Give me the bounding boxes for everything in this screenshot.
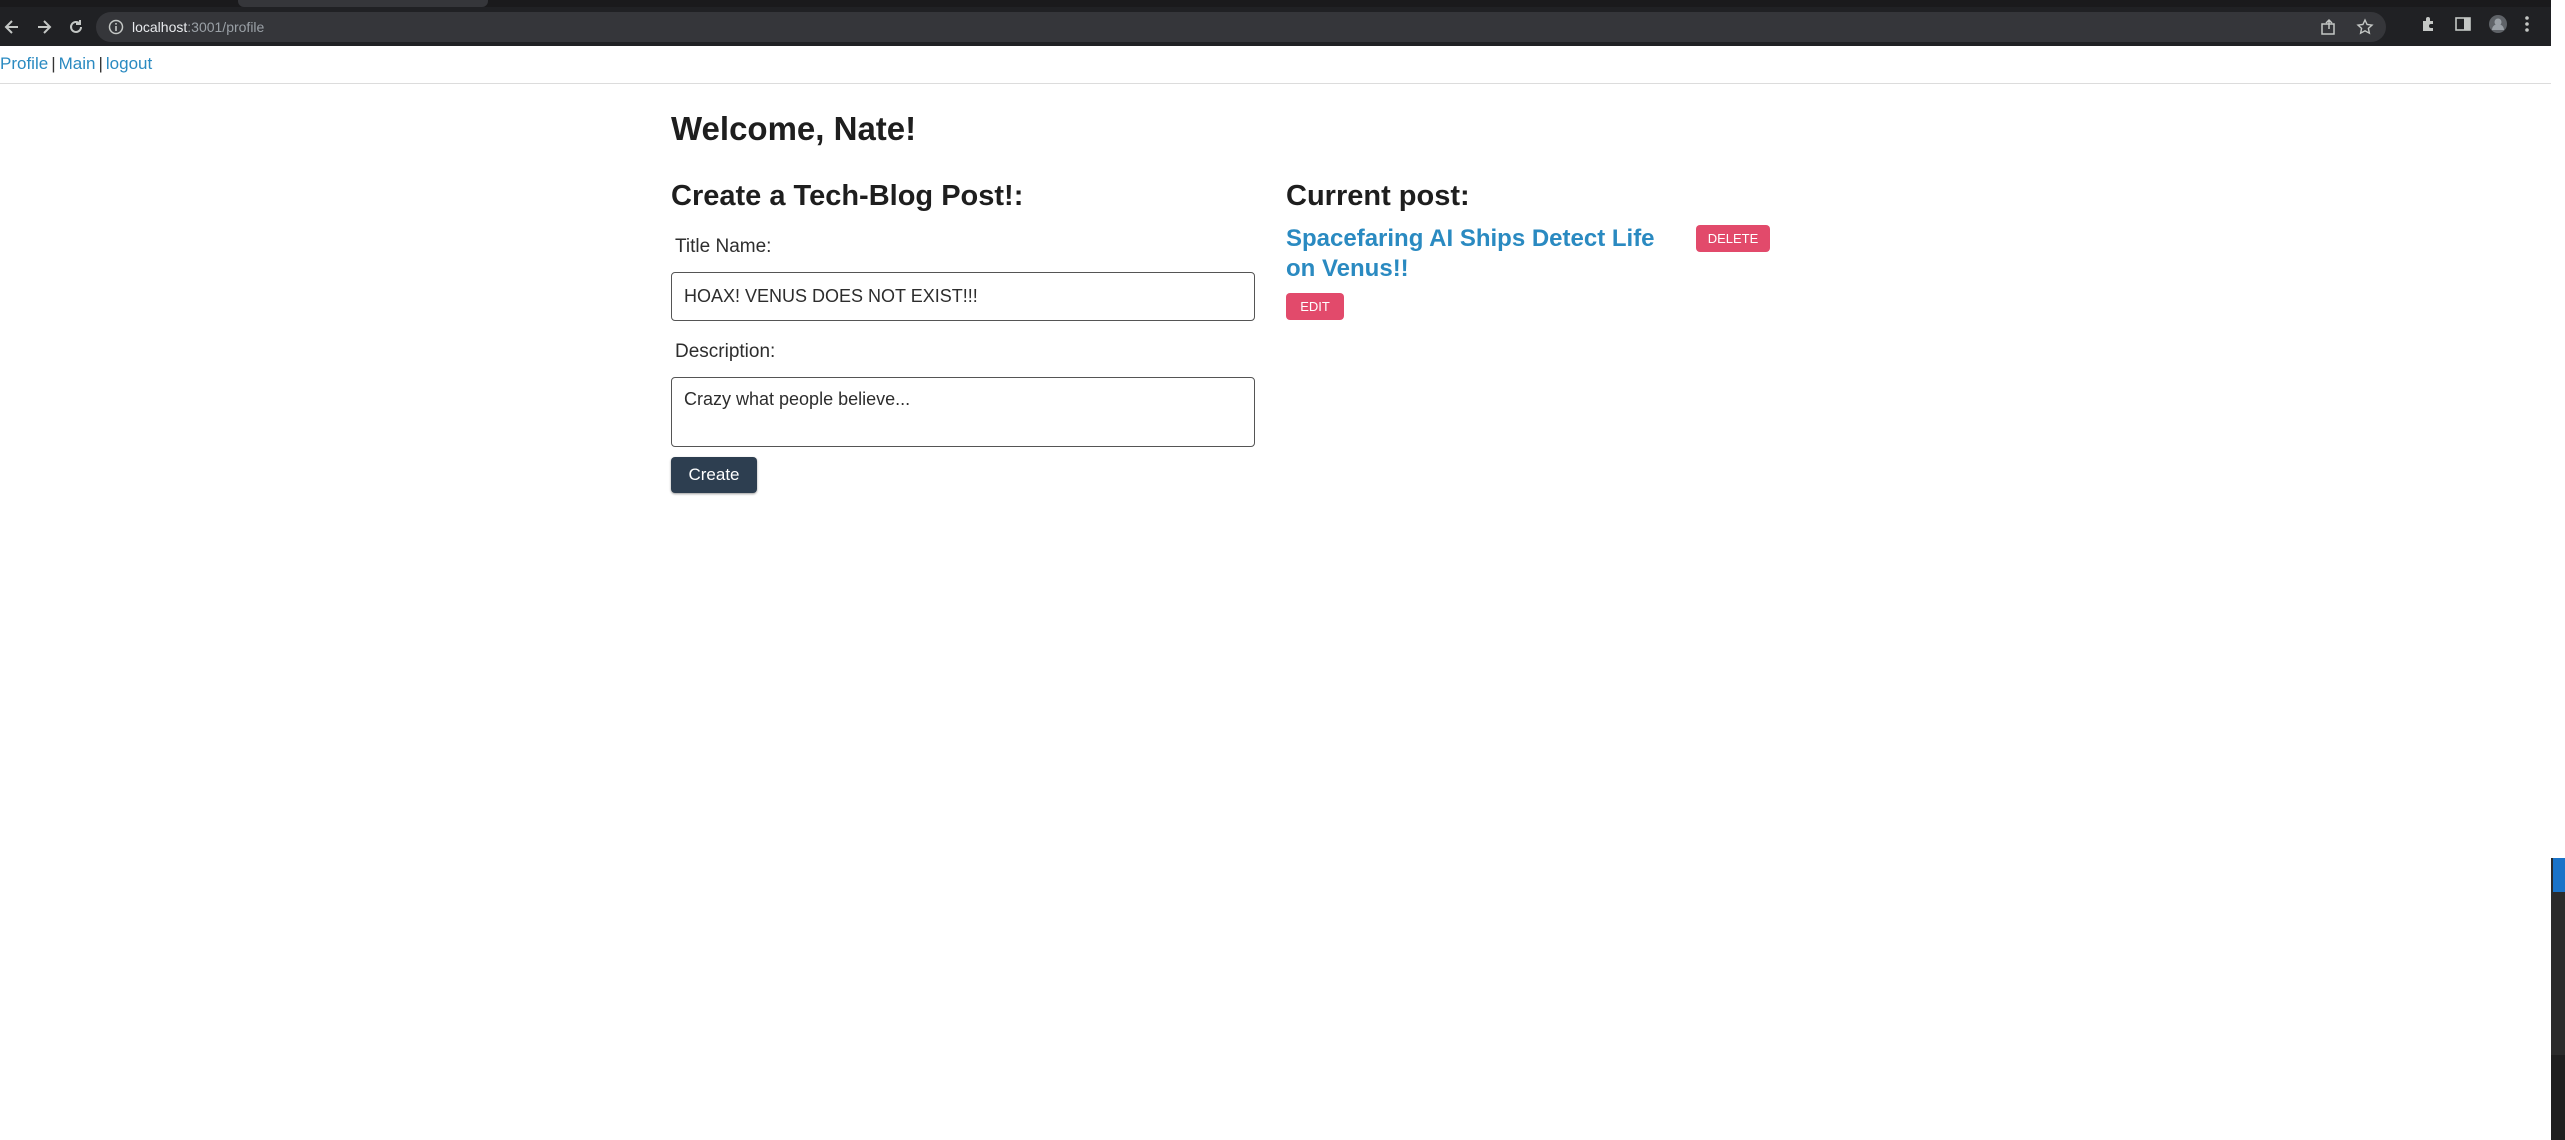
create-button[interactable]: Create xyxy=(671,457,757,493)
tab-strip xyxy=(0,0,2551,7)
current-post-heading: Current post: xyxy=(1286,180,1470,212)
nav-profile-link[interactable]: Profile xyxy=(0,54,48,73)
share-icon[interactable] xyxy=(2320,18,2338,36)
back-icon[interactable] xyxy=(0,15,24,39)
nav-separator: | xyxy=(98,54,103,73)
url-text[interactable]: localhost:3001/profile xyxy=(132,19,264,35)
nav-separator: | xyxy=(51,54,56,73)
reload-icon[interactable] xyxy=(64,15,88,39)
side-panel-icon[interactable] xyxy=(2454,15,2472,33)
forward-icon[interactable] xyxy=(32,15,56,39)
url-path: :3001/profile xyxy=(187,19,265,35)
extensions-icon[interactable] xyxy=(2420,15,2438,33)
description-label: Description: xyxy=(675,341,776,362)
page-scrollbar[interactable] xyxy=(2551,0,2565,1140)
browser-toolbar: localhost:3001/profile xyxy=(0,0,2551,46)
active-tab[interactable] xyxy=(238,0,488,7)
profile-icon[interactable] xyxy=(2488,14,2508,34)
nav-logout-link[interactable]: logout xyxy=(106,54,152,73)
description-textarea[interactable]: Crazy what people believe... xyxy=(671,377,1255,447)
menu-icon[interactable] xyxy=(2524,15,2530,33)
title-input[interactable] xyxy=(671,272,1255,321)
title-label: Title Name: xyxy=(675,236,772,257)
top-nav: Profile | Main | logout xyxy=(0,54,152,76)
star-icon[interactable] xyxy=(2356,18,2374,36)
delete-button[interactable]: DELETE xyxy=(1696,225,1770,252)
scrollbar-thumb[interactable] xyxy=(2553,858,2565,892)
post-title-link[interactable]: Spacefaring AI Ships Detect Life on Venu… xyxy=(1286,224,1666,284)
welcome-heading: Welcome, Nate! xyxy=(671,110,917,147)
info-icon[interactable] xyxy=(108,19,124,35)
header-divider xyxy=(0,83,2551,84)
create-post-heading: Create a Tech-Blog Post!: xyxy=(671,180,1024,212)
address-bar[interactable]: localhost:3001/profile xyxy=(96,12,2386,42)
scrollbar-lower xyxy=(2551,1055,2565,1140)
edit-button[interactable]: EDIT xyxy=(1286,293,1344,320)
scrollbar-track xyxy=(2551,0,2565,858)
nav-main-link[interactable]: Main xyxy=(59,54,96,73)
url-host: localhost xyxy=(132,19,188,35)
